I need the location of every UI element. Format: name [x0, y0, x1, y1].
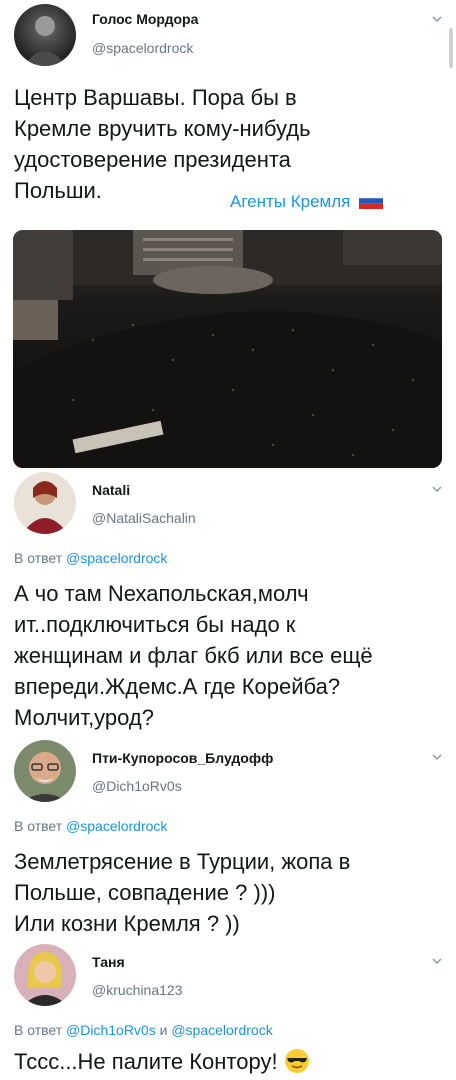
avatar-image: [22, 481, 68, 534]
text-line: Землетрясение в Турции, жопа в: [14, 849, 351, 874]
reply-prefix: В ответ: [14, 818, 63, 834]
tweet-photo[interactable]: [13, 230, 442, 468]
avatar-image: [24, 16, 66, 66]
tweet-text: А чо там Nехапольская,молч ит..подключит…: [14, 578, 434, 733]
display-name[interactable]: Голос Мордора: [92, 11, 198, 27]
avatar[interactable]: [14, 740, 76, 802]
reply-mention-link[interactable]: @spacelordrock: [171, 1022, 272, 1038]
reply-mention-link[interactable]: @spacelordrock: [66, 818, 167, 834]
reply-context: В ответ @spacelordrock: [14, 550, 167, 566]
sunglasses-emoji-icon: [284, 1049, 309, 1073]
handle[interactable]: @Dich1oRv0s: [92, 778, 182, 794]
reply-mention-link[interactable]: @Dich1oRv0s: [66, 1022, 156, 1038]
handle[interactable]: @spacelordrock: [92, 40, 193, 56]
display-name[interactable]: Natali: [92, 482, 130, 498]
text-line: женщинам и флаг бкб или все ещё: [14, 643, 373, 668]
text-line: Кремле вручить кому-нибудь: [14, 116, 311, 141]
tweet-1: Голос Мордора @spacelordrock Центр Варша…: [0, 0, 456, 472]
reply-conjunction: и: [159, 1022, 168, 1038]
text-line: Польше, совпадение ? ))): [14, 880, 276, 905]
text-line: удостоверение президента: [14, 147, 291, 172]
avatar[interactable]: [14, 472, 76, 534]
handle[interactable]: @kruchina123: [92, 982, 183, 998]
text-line: Центр Варшавы. Пора бы в: [14, 85, 297, 110]
display-name[interactable]: Таня: [92, 954, 125, 970]
tweet-3: Пти-Купоросов_Блудофф @Dich1oRv0s В отве…: [0, 736, 456, 942]
hashtag-text: Агенты Кремля: [230, 192, 351, 211]
tweet-text: Тссс...Не палите Контору!: [14, 1046, 434, 1077]
reply-prefix: В ответ: [14, 1022, 63, 1038]
reply-mention-link[interactable]: @spacelordrock: [66, 550, 167, 566]
avatar[interactable]: [14, 4, 76, 66]
text-line: ит..подключиться бы надо к: [14, 612, 296, 637]
hashtag-link[interactable]: Агенты Кремля: [230, 192, 384, 212]
avatar-image: [22, 952, 68, 1006]
tweet-text: Землетрясение в Турции, жопа в Польше, с…: [14, 846, 434, 939]
avatar[interactable]: [14, 944, 76, 1006]
text-line: Или козни Кремля ? )): [14, 911, 240, 936]
text-line: Тссс...Не палите Контору!: [14, 1049, 278, 1074]
tweet-text: Центр Варшавы. Пора бы в Кремле вручить …: [14, 82, 434, 206]
text-line: Молчит,урод?: [14, 705, 154, 730]
text-line: А чо там Nехапольская,молч: [14, 581, 309, 606]
tweet-4: Таня @kruchina123 В ответ @Dich1oRv0s и …: [0, 944, 456, 1080]
display-name[interactable]: Пти-Купоросов_Блудофф: [92, 750, 273, 766]
russian-flag-icon: [358, 192, 384, 209]
crowd-photo-image: [13, 230, 442, 468]
text-line: впереди.Ждемс.А где Корейба?: [14, 674, 341, 699]
reply-prefix: В ответ: [14, 550, 63, 566]
chevron-down-icon[interactable]: [432, 14, 442, 24]
chevron-down-icon[interactable]: [432, 956, 442, 966]
chevron-down-icon[interactable]: [432, 484, 442, 494]
reply-context: В ответ @spacelordrock: [14, 818, 167, 834]
reply-context: В ответ @Dich1oRv0s и @spacelordrock: [14, 1022, 273, 1038]
chevron-down-icon[interactable]: [432, 752, 442, 762]
handle[interactable]: @NataliSachalin: [92, 510, 196, 526]
tweet-2: Natali @NataliSachalin В ответ @spacelor…: [0, 472, 456, 734]
avatar-image: [22, 752, 68, 802]
